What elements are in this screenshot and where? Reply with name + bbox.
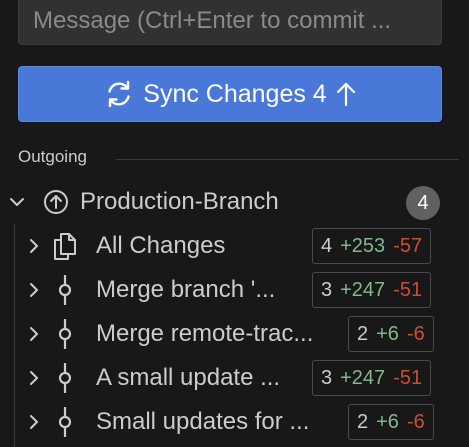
files-count: 4: [321, 234, 333, 257]
files-count: 2: [357, 410, 369, 433]
lines-removed: -51: [393, 278, 423, 301]
lines-removed: -6: [406, 410, 425, 433]
files-count: 3: [321, 366, 333, 389]
source-control-panel: Message (Ctrl+Enter to commit ... Sync C…: [0, 0, 469, 447]
commit-label: Merge remote-trac...: [96, 320, 314, 347]
lines-removed: -51: [393, 366, 423, 389]
files-count: 2: [357, 322, 369, 345]
tree-indent-guide: [14, 224, 15, 447]
change-stats: 4 +253 -57: [312, 228, 432, 264]
section-divider: [116, 159, 459, 160]
commit-row[interactable]: Merge branch '... 3 +247 -51: [18, 268, 469, 312]
chevron-right-icon[interactable]: [18, 368, 50, 388]
commit-row[interactable]: A small update ... 3 +247 -51: [18, 356, 469, 400]
commit-row[interactable]: Merge remote-trac... 2 +6 -6: [18, 312, 469, 356]
arrow-up-icon: [335, 81, 357, 107]
change-stats: 3 +247 -51: [312, 272, 432, 308]
files-icon: [50, 231, 80, 261]
commit-label: Merge branch '...: [96, 276, 276, 303]
git-commit-icon: [50, 319, 80, 349]
git-commit-icon: [50, 363, 80, 393]
commit-label: Small updates for ...: [96, 408, 310, 435]
branch-name: Production-Branch: [80, 188, 279, 215]
sync-changes-button[interactable]: Sync Changes 4: [18, 66, 442, 122]
chevron-right-icon[interactable]: [18, 236, 50, 256]
sync-icon: [103, 78, 135, 110]
git-commit-icon: [50, 275, 80, 305]
branch-row[interactable]: Production-Branch 4: [0, 180, 469, 224]
lines-removed: -57: [393, 234, 423, 257]
outgoing-arrow-circle-icon: [42, 188, 70, 216]
all-changes-row[interactable]: All Changes 4 +253 -57: [18, 224, 469, 268]
change-stats: 3 +247 -51: [312, 360, 432, 396]
commit-row[interactable]: Small updates for ... 2 +6 -6: [18, 400, 469, 444]
outgoing-section-label: Outgoing: [18, 147, 87, 166]
outgoing-count-badge: 4: [406, 186, 440, 220]
change-stats: 2 +6 -6: [348, 404, 434, 440]
sync-button-label: Sync Changes 4: [143, 79, 327, 108]
lines-removed: -6: [406, 322, 425, 345]
lines-added: +247: [340, 278, 386, 301]
lines-added: +6: [376, 410, 399, 433]
chevron-right-icon[interactable]: [18, 412, 50, 432]
change-stats: 2 +6 -6: [348, 316, 434, 352]
lines-added: +247: [340, 366, 386, 389]
chevron-right-icon[interactable]: [18, 280, 50, 300]
git-commit-icon: [50, 407, 80, 437]
commit-label: All Changes: [96, 232, 226, 259]
chevron-down-icon[interactable]: [0, 192, 34, 212]
commit-message-input[interactable]: Message (Ctrl+Enter to commit ...: [18, 0, 442, 45]
files-count: 3: [321, 278, 333, 301]
lines-added: +253: [340, 234, 386, 257]
commit-label: A small update ...: [96, 364, 281, 391]
lines-added: +6: [376, 322, 399, 345]
chevron-right-icon[interactable]: [18, 324, 50, 344]
